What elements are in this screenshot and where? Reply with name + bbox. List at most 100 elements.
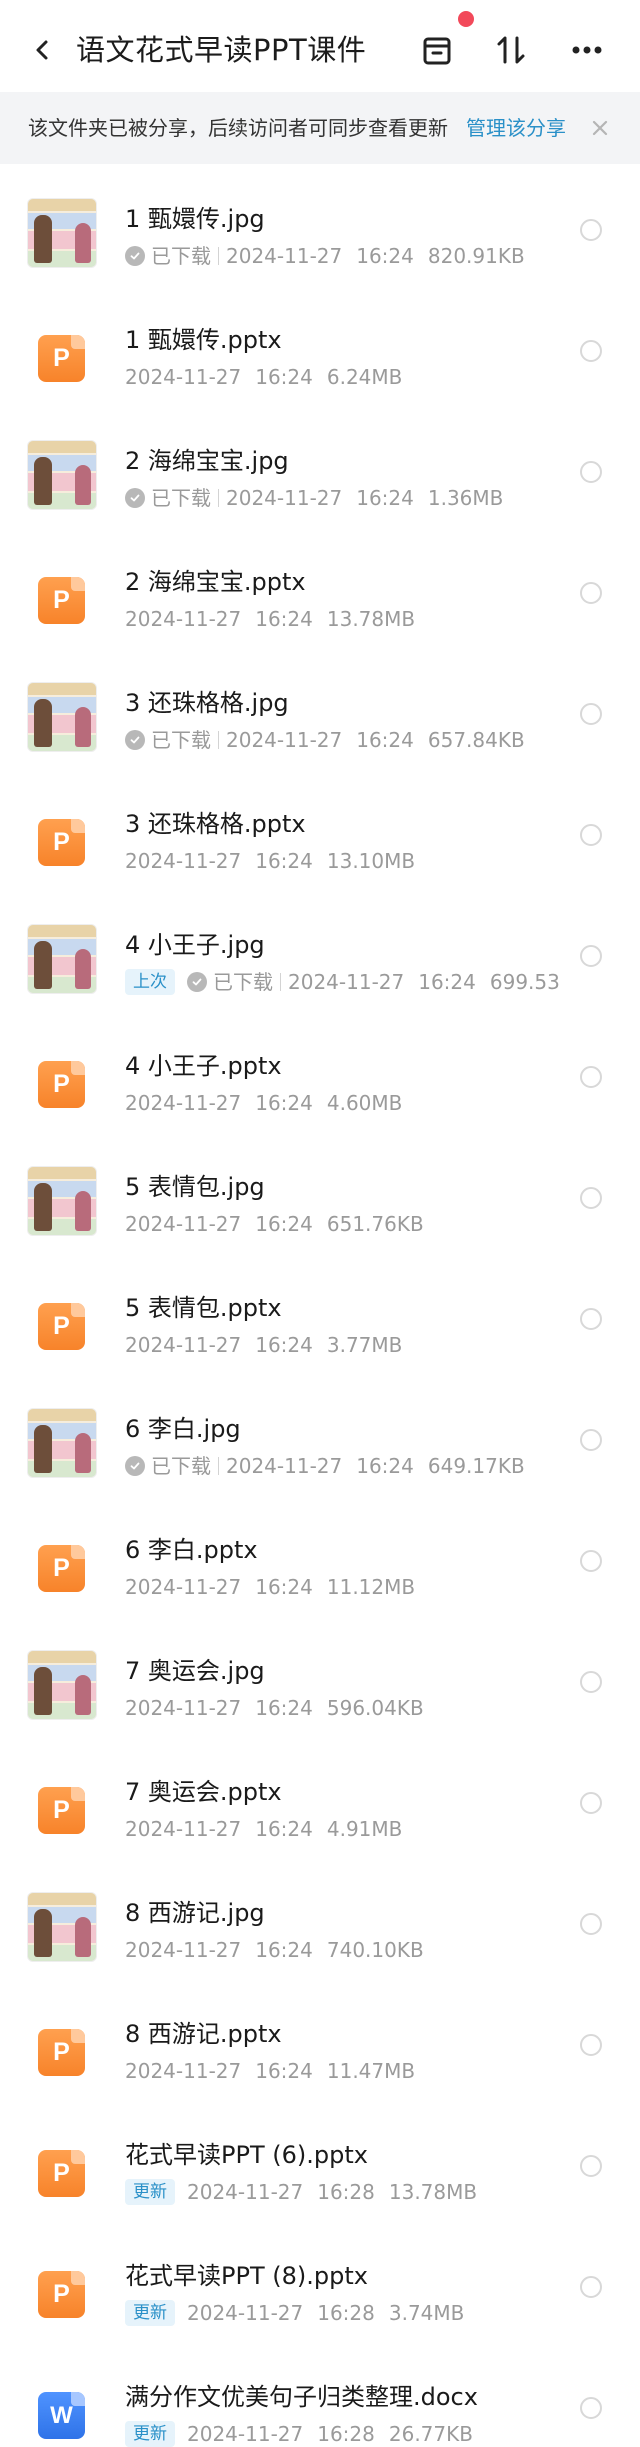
file-name: 8 西游记.pptx [125, 2020, 282, 2048]
file-badge: 上次 [125, 969, 175, 995]
select-radio[interactable] [580, 1671, 602, 1693]
download-status: 已下载 [151, 486, 211, 510]
downloaded-check-icon [125, 488, 145, 508]
file-row[interactable]: P 7 奥运会.pptx 2024-11-27 16:24 4.91MB [0, 1737, 640, 1858]
share-banner-text: 该文件夹已被分享，后续访问者可同步查看更新 [28, 116, 448, 140]
file-badge: 更新 [125, 2421, 175, 2447]
file-badge: 更新 [125, 2179, 175, 2205]
file-meta: 更新 2024-11-27 16:28 3.74MB [125, 2299, 464, 2327]
file-row[interactable]: P 花式早读PPT (6).pptx 更新 2024-11-27 16:28 13.78M… [0, 2100, 640, 2221]
sort-icon[interactable] [487, 26, 535, 74]
file-list: 1 甄嬛传.jpg 已下载 2024-11-27 16:24 820.91KB P 1 甄嬛… [0, 164, 640, 2447]
file-size: 651.76KB [326, 1212, 424, 1236]
select-radio[interactable] [580, 2155, 602, 2177]
file-row[interactable]: W 满分作文优美句子归类整理.docx 更新 2024-11-27 16:28 26.77… [0, 2342, 640, 2447]
select-radio[interactable] [580, 2397, 602, 2419]
file-size: 26.77KB [388, 2422, 473, 2446]
meta-divider [218, 1457, 219, 1475]
select-radio[interactable] [580, 340, 602, 362]
file-row[interactable]: 5 表情包.jpg 2024-11-27 16:24 651.76KB [0, 1132, 640, 1253]
file-row[interactable]: 7 奥运会.jpg 2024-11-27 16:24 596.04KB [0, 1616, 640, 1737]
file-size: 740.10KB [326, 1938, 424, 1962]
select-radio[interactable] [580, 945, 602, 967]
select-radio[interactable] [580, 1550, 602, 1572]
pptx-file-icon: P [38, 2150, 85, 2197]
file-date: 2024-11-27 [226, 244, 343, 268]
file-time: 16:24 [255, 1696, 313, 1720]
file-date: 2024-11-27 [187, 2301, 304, 2325]
more-icon[interactable] [563, 26, 611, 74]
file-date: 2024-11-27 [125, 365, 242, 389]
back-arrow-icon[interactable] [20, 28, 64, 72]
file-size: 3.77MB [326, 1333, 403, 1357]
file-time: 16:24 [356, 1454, 414, 1478]
file-name: 5 表情包.jpg [125, 1173, 265, 1201]
file-time: 16:24 [255, 365, 313, 389]
select-radio[interactable] [580, 1066, 602, 1088]
manage-share-link[interactable]: 管理该分享 [466, 92, 566, 164]
file-time: 16:24 [255, 1091, 313, 1115]
select-radio[interactable] [580, 2034, 602, 2056]
file-row[interactable]: P 1 甄嬛传.pptx 2024-11-27 16:24 6.24MB [0, 285, 640, 406]
file-time: 16:24 [356, 486, 414, 510]
file-time: 16:24 [356, 728, 414, 752]
docx-file-icon: W [38, 2392, 85, 2439]
file-row[interactable]: P 花式早读PPT (8).pptx 更新 2024-11-27 16:28 3.74MB [0, 2221, 640, 2342]
file-date: 2024-11-27 [226, 486, 343, 510]
select-radio[interactable] [580, 1187, 602, 1209]
file-row[interactable]: 8 西游记.jpg 2024-11-27 16:24 740.10KB [0, 1858, 640, 1979]
file-name: 2 海绵宝宝.jpg [125, 447, 289, 475]
image-thumbnail [27, 1408, 97, 1478]
file-row[interactable]: 2 海绵宝宝.jpg 已下载 2024-11-27 16:24 1.36MB [0, 406, 640, 527]
select-radio[interactable] [580, 824, 602, 846]
select-radio[interactable] [580, 1429, 602, 1451]
file-meta: 更新 2024-11-27 16:28 26.77KB [125, 2420, 473, 2447]
file-row[interactable]: P 4 小王子.pptx 2024-11-27 16:24 4.60MB [0, 1011, 640, 1132]
file-date: 2024-11-27 [125, 1938, 242, 1962]
file-row[interactable]: P 3 还珠格格.pptx 2024-11-27 16:24 13.10MB [0, 769, 640, 890]
image-thumbnail [27, 1166, 97, 1236]
box-icon[interactable] [413, 26, 461, 74]
file-time: 16:24 [418, 970, 476, 994]
file-row[interactable]: 6 李白.jpg 已下载 2024-11-27 16:24 649.17KB [0, 1374, 640, 1495]
close-icon[interactable] [586, 114, 614, 142]
file-name: 1 甄嬛传.pptx [125, 326, 282, 354]
download-status: 已下载 [151, 244, 211, 268]
file-meta: 2024-11-27 16:24 651.76KB [125, 1210, 424, 1238]
file-date: 2024-11-27 [125, 2059, 242, 2083]
file-name: 7 奥运会.pptx [125, 1778, 282, 1806]
file-name: 3 还珠格格.pptx [125, 810, 306, 838]
file-time: 16:24 [255, 1817, 313, 1841]
select-radio[interactable] [580, 461, 602, 483]
pptx-file-icon: P [38, 1061, 85, 1108]
file-date: 2024-11-27 [125, 1696, 242, 1720]
file-meta: 2024-11-27 16:24 4.91MB [125, 1815, 402, 1843]
select-radio[interactable] [580, 1792, 602, 1814]
select-radio[interactable] [580, 703, 602, 725]
file-meta: 已下载 2024-11-27 16:24 1.36MB [125, 484, 503, 512]
file-badge: 更新 [125, 2300, 175, 2326]
file-size: 4.91MB [326, 1817, 403, 1841]
file-date: 2024-11-27 [125, 607, 242, 631]
select-radio[interactable] [580, 1308, 602, 1330]
file-meta: 已下载 2024-11-27 16:24 820.91KB [125, 242, 525, 270]
file-row[interactable]: P 6 李白.pptx 2024-11-27 16:24 11.12MB [0, 1495, 640, 1616]
file-size: 1.36MB [427, 486, 504, 510]
downloaded-check-icon [187, 972, 207, 992]
pptx-file-icon: P [38, 2029, 85, 2076]
file-name: 8 西游记.jpg [125, 1899, 265, 1927]
file-row[interactable]: P 2 海绵宝宝.pptx 2024-11-27 16:24 13.78MB [0, 527, 640, 648]
file-row[interactable]: 1 甄嬛传.jpg 已下载 2024-11-27 16:24 820.91KB [0, 164, 640, 285]
file-row[interactable]: 3 还珠格格.jpg 已下载 2024-11-27 16:24 657.84KB [0, 648, 640, 769]
select-radio[interactable] [580, 219, 602, 241]
select-radio[interactable] [580, 1913, 602, 1935]
file-row[interactable]: 4 小王子.jpg 上次 已下载 2024-11-27 16:24 699.53 [0, 890, 640, 1011]
image-thumbnail [27, 440, 97, 510]
app-header: 语文花式早读PPT课件 [0, 0, 640, 92]
file-row[interactable]: P 5 表情包.pptx 2024-11-27 16:24 3.77MB [0, 1253, 640, 1374]
select-radio[interactable] [580, 582, 602, 604]
file-row[interactable]: P 8 西游记.pptx 2024-11-27 16:24 11.47MB [0, 1979, 640, 2100]
select-radio[interactable] [580, 2276, 602, 2298]
file-time: 16:24 [255, 849, 313, 873]
file-name: 6 李白.pptx [125, 1536, 258, 1564]
